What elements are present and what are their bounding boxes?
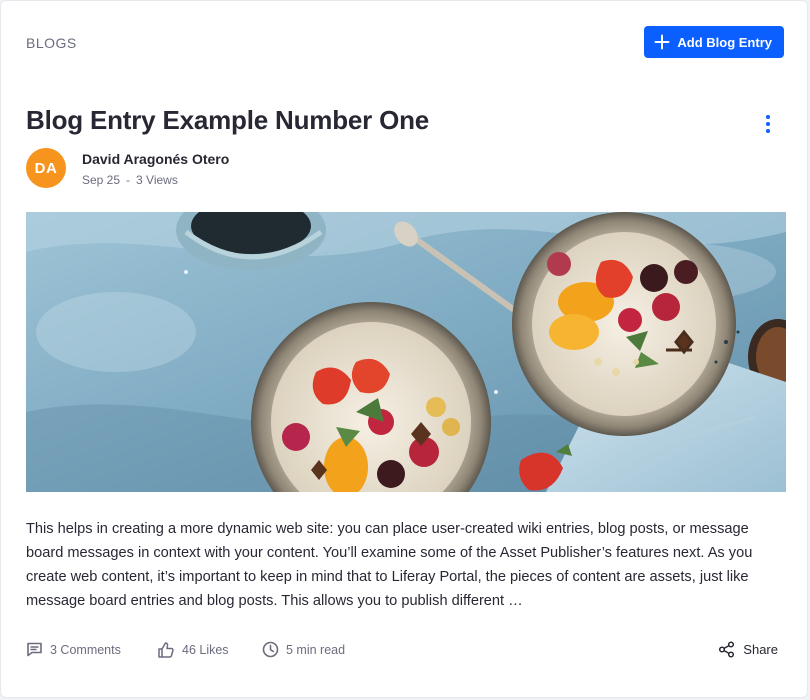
entry-options-kebab-icon[interactable] bbox=[759, 113, 777, 135]
meta-separator: - bbox=[126, 173, 131, 187]
comment-icon bbox=[27, 642, 42, 657]
entry-summary: This helps in creating a more dynamic we… bbox=[26, 521, 753, 609]
share-icon bbox=[719, 641, 735, 658]
share-button[interactable]: Share bbox=[718, 641, 778, 658]
add-blog-entry-label: Add Blog Entry bbox=[677, 34, 772, 50]
likes-button[interactable]: 46 Likes bbox=[157, 641, 229, 659]
plus-icon bbox=[654, 34, 670, 50]
blog-card: BLOGS Add Blog Entry Blog Entry Example … bbox=[0, 0, 808, 698]
clock-icon bbox=[262, 641, 279, 658]
portlet-title: BLOGS bbox=[26, 35, 77, 51]
author-avatar[interactable]: DA bbox=[26, 148, 66, 188]
author-name[interactable]: David Aragonés Otero bbox=[82, 151, 229, 167]
comments-count: 3 Comments bbox=[50, 642, 121, 657]
entry-title[interactable]: Blog Entry Example Number One bbox=[26, 105, 429, 136]
comments-link[interactable]: 3 Comments bbox=[26, 641, 121, 658]
read-time: 5 min read bbox=[262, 641, 345, 658]
entry-cover-image[interactable] bbox=[26, 212, 786, 492]
add-blog-entry-button[interactable]: Add Blog Entry bbox=[644, 26, 784, 58]
likes-count: 46 Likes bbox=[182, 643, 229, 657]
entry-date: Sep 25 bbox=[82, 173, 121, 187]
share-label: Share bbox=[743, 642, 778, 657]
read-time-label: 5 min read bbox=[286, 642, 346, 657]
entry-meta: Sep 25-3 Views bbox=[82, 173, 178, 187]
thumbs-up-icon bbox=[158, 642, 174, 658]
entry-views: 3 Views bbox=[136, 173, 178, 187]
